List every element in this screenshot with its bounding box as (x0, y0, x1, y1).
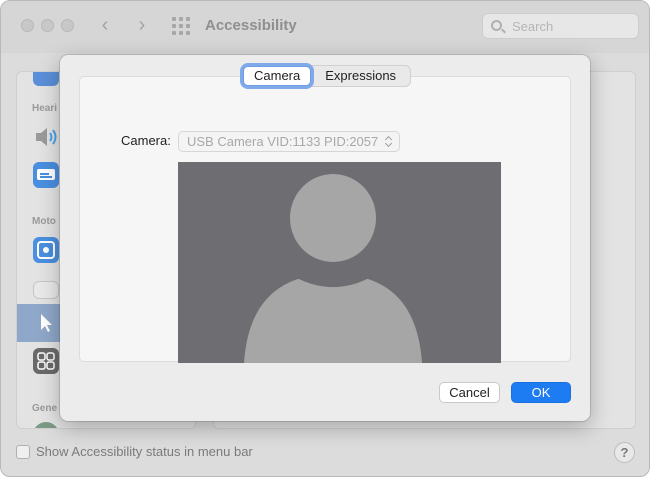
sidebar-item-icon[interactable] (33, 72, 59, 86)
search-icon (491, 20, 502, 31)
close-window-button[interactable] (21, 19, 34, 32)
show-all-grid-icon[interactable] (172, 17, 190, 35)
tab-camera[interactable]: Camera (243, 66, 312, 86)
sidebar-section-motor: Moto (32, 216, 56, 227)
back-button[interactable]: ‹ (94, 15, 116, 37)
tab-expressions[interactable]: Expressions (311, 66, 410, 86)
person-silhouette-icon (244, 174, 422, 363)
zoom-window-button[interactable] (61, 19, 74, 32)
camera-label: Camera: (121, 133, 171, 148)
voice-control-icon[interactable] (33, 237, 59, 263)
ok-button[interactable]: OK (511, 382, 571, 403)
sidebar-section-hearing: Heari (32, 103, 58, 114)
captions-icon[interactable] (33, 162, 59, 188)
tab-content-box: Camera: USB Camera VID:1133 PID:2057 (79, 76, 571, 363)
search-field[interactable]: Search (482, 13, 639, 39)
tab-bar: Camera Expressions (242, 65, 412, 87)
camera-preview (178, 162, 501, 363)
help-button[interactable]: ? (614, 442, 635, 463)
window-title: Accessibility (205, 17, 297, 34)
minimize-window-button[interactable] (41, 19, 54, 32)
cancel-button[interactable]: Cancel (439, 382, 500, 403)
camera-options-sheet: Camera: USB Camera VID:1133 PID:2057 Cam… (60, 55, 590, 421)
general-icon[interactable] (33, 422, 59, 428)
updown-chevron-icon (385, 135, 393, 148)
camera-selected-value: USB Camera VID:1133 PID:2057 (187, 134, 379, 149)
search-placeholder: Search (512, 19, 554, 34)
title-bar: ‹ › Accessibility Search (1, 1, 649, 53)
keyboard-icon[interactable] (33, 281, 59, 299)
pointer-control-icon (33, 310, 59, 336)
switch-control-icon[interactable] (33, 348, 59, 374)
camera-popup-button[interactable]: USB Camera VID:1133 PID:2057 (178, 131, 400, 152)
speaker-icon[interactable] (33, 124, 59, 150)
forward-button[interactable]: › (131, 15, 153, 37)
show-status-label: Show Accessibility status in menu bar (36, 444, 253, 459)
sidebar-section-general: Gene (32, 403, 58, 414)
show-status-checkbox[interactable] (16, 445, 30, 459)
